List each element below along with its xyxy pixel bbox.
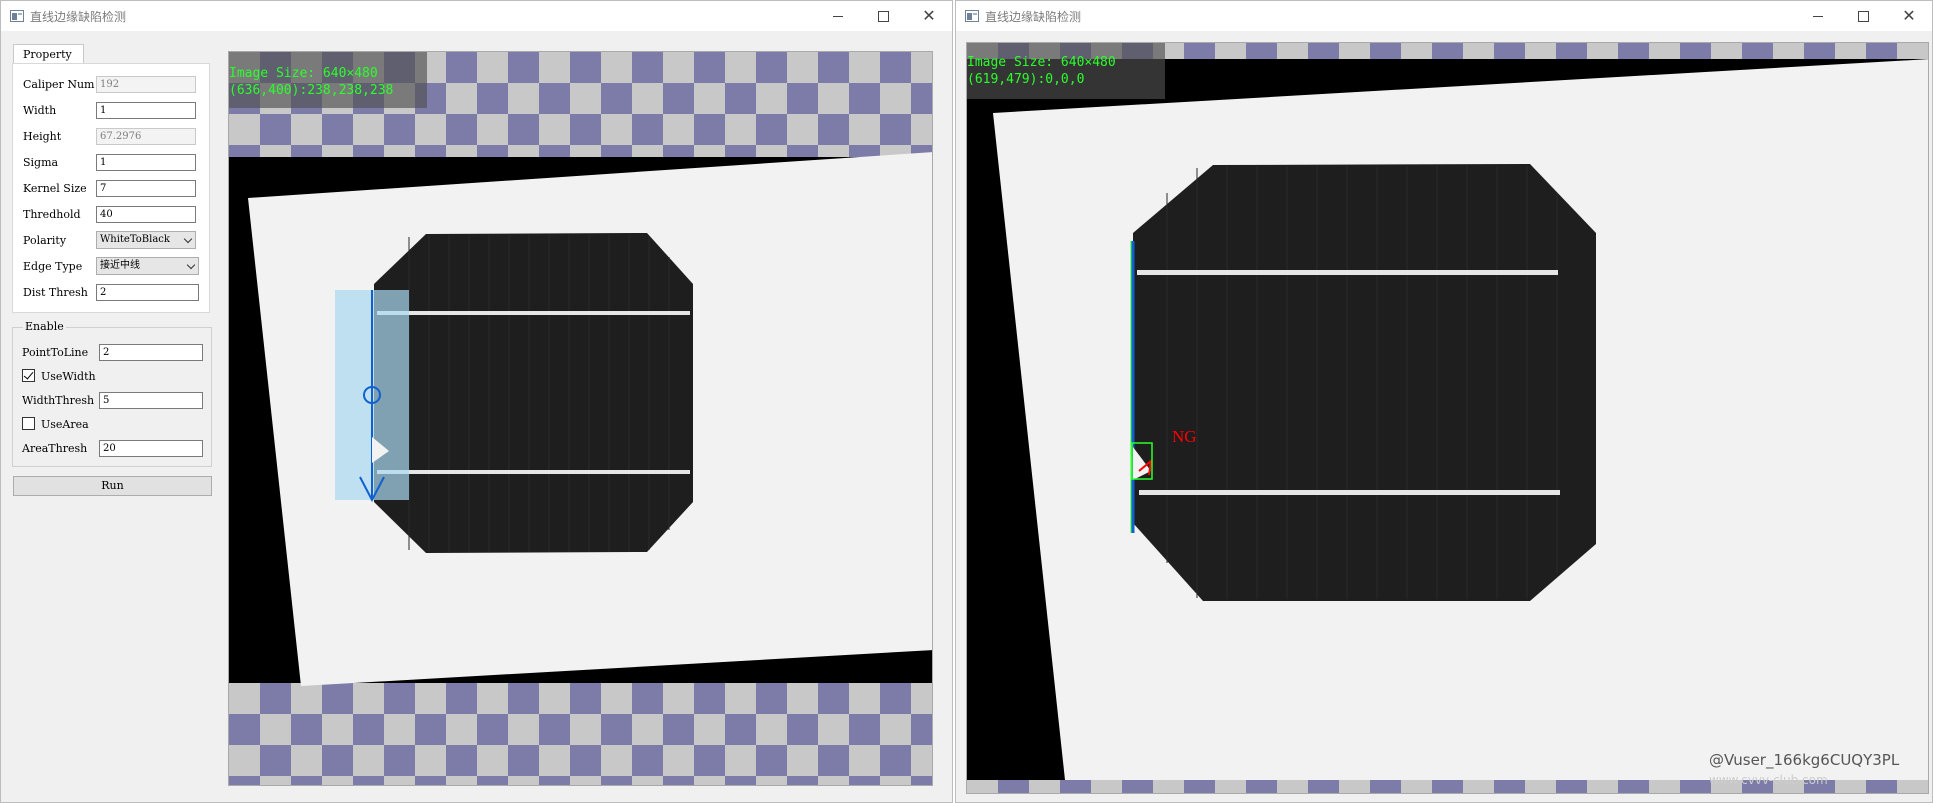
maximize-icon[interactable] bbox=[1851, 5, 1875, 27]
minimize-icon[interactable] bbox=[826, 5, 850, 27]
sigma-label: Sigma bbox=[23, 156, 59, 169]
watermark-username: @Vuser_166kg6CUQY3PL bbox=[1709, 751, 1900, 769]
width-thresh-field[interactable]: 5 bbox=[99, 392, 203, 409]
image-size-text: Image Size: 640×480 bbox=[967, 55, 1116, 70]
window-title: 直线边缘缺陷检测 bbox=[30, 10, 127, 24]
close-icon[interactable]: ✕ bbox=[917, 5, 941, 27]
use-area-checkbox[interactable] bbox=[22, 417, 35, 430]
chevron-down-icon bbox=[183, 234, 193, 244]
point-to-line-field[interactable]: 2 bbox=[99, 344, 203, 361]
minimize-icon[interactable] bbox=[1806, 5, 1830, 27]
pixel-info-text: (619,479):0,0,0 bbox=[967, 72, 1085, 87]
height-label: Height bbox=[23, 130, 62, 143]
ng-label: NG bbox=[1172, 427, 1197, 446]
busbar-bottom bbox=[1139, 490, 1560, 495]
kernel-size-label: Kernel Size bbox=[23, 182, 87, 195]
solar-cell bbox=[374, 233, 693, 553]
busbar-top bbox=[377, 311, 690, 315]
close-icon[interactable]: ✕ bbox=[1897, 5, 1921, 27]
edge-type-value: 接近中线 bbox=[100, 260, 140, 271]
width-field[interactable]: 1 bbox=[96, 102, 196, 119]
run-button[interactable]: Run bbox=[13, 476, 212, 496]
right-image-canvas bbox=[967, 59, 1928, 780]
dist-thresh-label: Dist Thresh bbox=[23, 286, 88, 299]
property-panel: Caliper Num 192 Width 1 Height 67.2976 S… bbox=[12, 63, 210, 313]
width-label: Width bbox=[23, 104, 57, 117]
app-icon bbox=[965, 10, 979, 22]
caliper-num-label: Caliper Num bbox=[23, 78, 95, 91]
busbar-bottom bbox=[377, 470, 690, 474]
window-title: 直线边缘缺陷检测 bbox=[985, 10, 1082, 24]
left-window: 直线边缘缺陷检测 ✕ Property Caliper Num 192 Widt… bbox=[0, 0, 953, 803]
width-thresh-label: WidthThresh bbox=[22, 394, 95, 407]
dist-thresh-field[interactable]: 2 bbox=[96, 284, 199, 301]
tab-property[interactable]: Property bbox=[13, 44, 84, 64]
right-window: 直线边缘缺陷检测 ✕ NG Image Size: 640×480 (619,4… bbox=[955, 0, 1933, 803]
title-bar: 直线边缘缺陷检测 ✕ bbox=[1, 1, 952, 31]
app-icon bbox=[10, 10, 24, 22]
polarity-select[interactable]: WhiteToBlack bbox=[96, 231, 196, 249]
chevron-down-icon bbox=[186, 260, 196, 270]
height-field[interactable]: 67.2976 bbox=[96, 128, 196, 145]
use-area-label: UseArea bbox=[41, 418, 89, 431]
image-size-text: Image Size: 640×480 bbox=[229, 66, 378, 81]
use-width-label: UseWidth bbox=[41, 370, 96, 383]
edge-type-select[interactable]: 接近中线 bbox=[96, 257, 199, 275]
polarity-label: Polarity bbox=[23, 234, 67, 247]
use-width-checkbox[interactable] bbox=[22, 369, 35, 382]
caliper-num-field[interactable]: 192 bbox=[96, 76, 196, 93]
watermark-site: www.cvvv-club.com bbox=[1709, 773, 1828, 787]
left-image-viewer[interactable]: Image Size: 640×480 (636,400):238,238,23… bbox=[228, 51, 933, 786]
enable-group-title: Enable bbox=[23, 320, 66, 333]
viewer-info-box bbox=[967, 43, 1165, 99]
point-to-line-label: PointToLine bbox=[22, 346, 89, 359]
threshold-label: Thredhold bbox=[23, 208, 81, 221]
threshold-field[interactable]: 40 bbox=[96, 206, 196, 223]
sigma-field[interactable]: 1 bbox=[96, 154, 196, 171]
kernel-size-field[interactable]: 7 bbox=[96, 180, 196, 197]
edge-type-label: Edge Type bbox=[23, 260, 83, 273]
busbar-top bbox=[1137, 270, 1558, 275]
left-image-canvas bbox=[229, 152, 932, 686]
right-image-viewer[interactable]: NG Image Size: 640×480 (619,479):0,0,0 @… bbox=[966, 42, 1929, 794]
polarity-value: WhiteToBlack bbox=[100, 234, 170, 245]
maximize-icon[interactable] bbox=[871, 5, 895, 27]
pixel-info-text: (636,400):238,238,238 bbox=[229, 83, 394, 98]
area-thresh-field[interactable]: 20 bbox=[99, 440, 203, 457]
area-thresh-label: AreaThresh bbox=[22, 442, 88, 455]
title-bar: 直线边缘缺陷检测 ✕ bbox=[956, 1, 1932, 31]
